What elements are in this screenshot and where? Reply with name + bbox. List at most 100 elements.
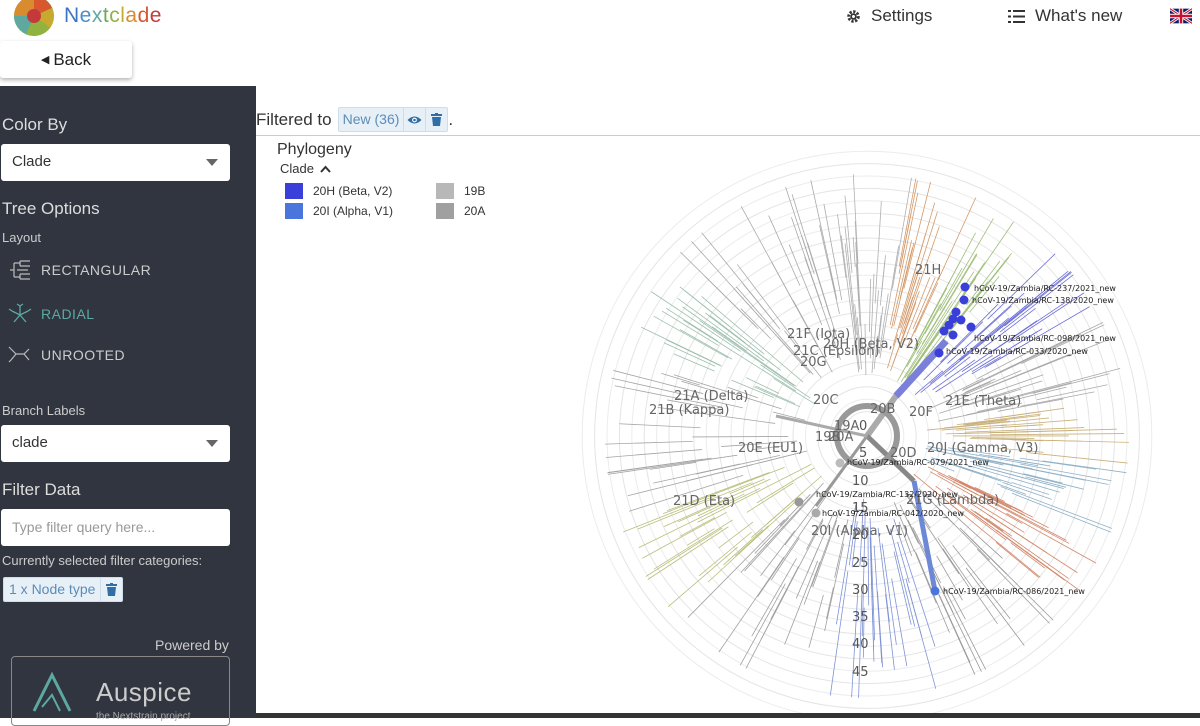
clade-label: 20B bbox=[870, 402, 895, 417]
tree-branch bbox=[802, 237, 814, 274]
tree-branch bbox=[928, 467, 971, 489]
bottom-border bbox=[256, 713, 1200, 718]
tip-node[interactable] bbox=[812, 509, 821, 518]
scale-label: 25 bbox=[852, 556, 869, 571]
tree-branch bbox=[743, 284, 780, 329]
filter-search-input[interactable]: Type filter query here... bbox=[1, 509, 230, 546]
tree-branch bbox=[745, 491, 818, 571]
nextclade-logo[interactable] bbox=[12, 0, 56, 38]
tree-branch bbox=[820, 225, 840, 314]
clade-label: 20G bbox=[800, 355, 827, 370]
clade-label: 21A (Delta) bbox=[674, 389, 748, 404]
list-icon bbox=[1008, 9, 1025, 24]
unrooted-tree-icon bbox=[8, 346, 32, 364]
tree-options-heading: Tree Options bbox=[2, 199, 100, 219]
settings-label: Settings bbox=[871, 6, 932, 26]
tree-branch bbox=[804, 562, 820, 605]
tree-branch bbox=[661, 373, 699, 385]
filter-chip-node-type[interactable]: 1 x Node type bbox=[3, 577, 123, 602]
tree-branch bbox=[939, 595, 970, 663]
scale-label: 30 bbox=[852, 583, 869, 598]
tip-node[interactable] bbox=[931, 587, 940, 596]
tree-branch bbox=[699, 320, 794, 385]
layout-label: Layout bbox=[2, 230, 41, 245]
phylogeny-radial-tree[interactable]: 0 5 10 15 20 25 30 35 40 45 21H 21F (Iot… bbox=[256, 86, 1200, 718]
rectangular-tree-icon bbox=[8, 260, 32, 280]
color-by-select[interactable]: Clade bbox=[1, 144, 230, 181]
tip-node[interactable] bbox=[795, 498, 804, 507]
layout-radial-button[interactable]: RADIAL bbox=[8, 303, 95, 325]
sidebar: Color By Clade Tree Options Layout RECTA… bbox=[0, 86, 256, 718]
tip-label: hCoV-19/Zambia/RC-237/2021_new bbox=[974, 284, 1116, 293]
tree-branch bbox=[719, 557, 784, 652]
auspice-name: Auspice bbox=[96, 677, 192, 708]
tip-node[interactable] bbox=[949, 331, 958, 340]
tip-node[interactable] bbox=[961, 283, 970, 292]
clade-label: 21H bbox=[915, 263, 941, 278]
back-button[interactable]: ◀ Back bbox=[0, 41, 132, 78]
tree-branch bbox=[608, 459, 703, 472]
tip-node[interactable] bbox=[957, 316, 966, 325]
tree-branch bbox=[907, 263, 985, 378]
tip-node[interactable] bbox=[967, 323, 976, 332]
tree-branch bbox=[853, 237, 855, 267]
color-by-heading: Color By bbox=[2, 115, 67, 135]
tree-branch bbox=[892, 178, 911, 289]
clade-label: 19B bbox=[815, 430, 840, 445]
scale-label: 10 bbox=[852, 474, 869, 489]
tree-branch bbox=[1020, 392, 1094, 406]
chevron-down-icon bbox=[206, 159, 218, 166]
tree-branch bbox=[837, 214, 845, 277]
auspice-link[interactable]: Auspice the Nextstrain project bbox=[11, 656, 230, 726]
tip-node[interactable] bbox=[836, 459, 845, 468]
tree-branch bbox=[785, 561, 818, 645]
branch-labels-select[interactable]: clade bbox=[1, 425, 230, 462]
auspice-logo-icon bbox=[30, 671, 74, 713]
main-panel: Filtered to New (36) . Phylogeny Clade 2… bbox=[256, 86, 1200, 718]
tree-branch bbox=[1020, 458, 1096, 469]
color-by-value: Clade bbox=[12, 153, 51, 170]
clade-label: 21E (Theta) bbox=[945, 394, 1021, 409]
tree-branch bbox=[966, 568, 1024, 646]
brand-title: Nextclade bbox=[64, 4, 162, 28]
branch-labels-label: Branch Labels bbox=[2, 403, 85, 418]
filter-chip-label: 1 x Node type bbox=[4, 578, 100, 601]
tree-branch bbox=[990, 434, 1124, 435]
gear-icon bbox=[846, 9, 861, 24]
trash-icon[interactable] bbox=[100, 578, 122, 601]
clade-label: 20C bbox=[813, 393, 839, 408]
whats-new-link[interactable]: What's new bbox=[1008, 6, 1122, 26]
tree-branch bbox=[648, 527, 729, 580]
layout-unrooted-button[interactable]: UNROOTED bbox=[8, 346, 125, 364]
whats-new-label: What's new bbox=[1035, 6, 1122, 26]
radial-tree-icon bbox=[8, 303, 32, 325]
layout-unrooted-label: UNROOTED bbox=[41, 347, 125, 363]
layout-radial-label: RADIAL bbox=[41, 306, 95, 322]
top-navbar: Nextclade Settings What's new ◀ Back bbox=[0, 0, 1200, 86]
tree-branch bbox=[774, 378, 815, 403]
tree-branch bbox=[747, 483, 793, 512]
tree-branch bbox=[641, 327, 720, 365]
tree-branch bbox=[894, 246, 899, 276]
tip-label: hCoV-19/Zambia/RC-033/2020_new bbox=[946, 347, 1088, 356]
tip-label: hCoV-19/Zambia/RC-079/2021_new bbox=[847, 458, 989, 467]
tip-node[interactable] bbox=[935, 349, 944, 358]
tip-label: hCoV-19/Zambia/RC-086/2021_new bbox=[943, 587, 1085, 596]
tip-node[interactable] bbox=[940, 327, 949, 336]
uk-flag-icon[interactable] bbox=[1170, 6, 1192, 26]
layout-rectangular-button[interactable]: RECTANGULAR bbox=[8, 260, 151, 280]
settings-link[interactable]: Settings bbox=[846, 6, 932, 26]
filter-data-heading: Filter Data bbox=[2, 480, 80, 500]
tip-node[interactable] bbox=[960, 296, 969, 305]
tree-branch bbox=[1012, 493, 1111, 532]
tree-branch bbox=[688, 520, 785, 618]
powered-by-label: Powered by bbox=[155, 637, 229, 653]
tree-branch bbox=[705, 313, 774, 365]
layout-rectangular-label: RECTANGULAR bbox=[41, 262, 151, 278]
clade-label: 21B (Kappa) bbox=[649, 403, 729, 418]
clade-label: 20F bbox=[909, 405, 933, 420]
tree-branch bbox=[892, 578, 907, 666]
tree-branch bbox=[953, 545, 1011, 618]
clade-label: 20I (Alpha, V1) bbox=[811, 524, 908, 539]
tip-label: hCoV-19/Zambia/RC-098/2021_new bbox=[974, 334, 1116, 343]
